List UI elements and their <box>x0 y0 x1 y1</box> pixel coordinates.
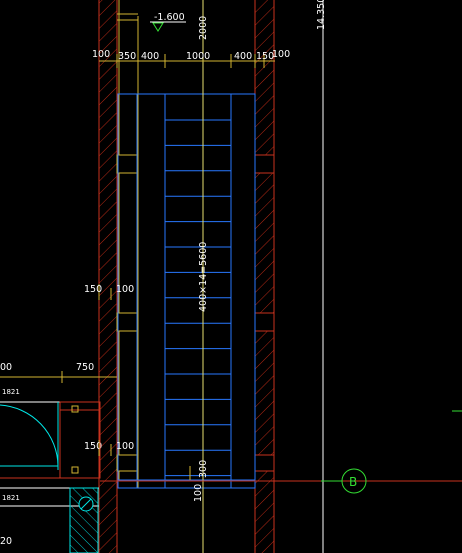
dim-2000: 2000 <box>198 16 209 40</box>
cad-drawing-canvas: 100 350 400 1000 400 150 100 -1.600 2000… <box>0 0 462 553</box>
elevation-marker <box>150 21 186 32</box>
left-dim-partial: 00 <box>0 362 12 373</box>
axis-bubble-label: B <box>349 475 357 489</box>
door-tag-lower: 1821 <box>2 494 20 502</box>
elevation-right-label: 14.350 <box>316 0 327 30</box>
dim-350: 350 <box>118 51 136 62</box>
dim-100-left: 100 <box>92 49 110 60</box>
left-dim-750: 750 <box>76 362 94 373</box>
stair-run-label: 400×14=5600 <box>198 242 209 312</box>
bottom-left-partial: 20 <box>0 536 12 547</box>
dim-400-right: 400 <box>234 51 252 62</box>
bottom-dim-300: 300 <box>198 460 209 478</box>
door-tag-upper: 1821 <box>2 388 20 396</box>
left-dim-100-lower: 100 <box>116 441 134 452</box>
bottom-dim-100: 100 <box>193 484 204 502</box>
right-wall <box>254 0 275 553</box>
elevation-label: -1.600 <box>154 12 185 23</box>
dim-1000: 1000 <box>186 51 210 62</box>
left-dim-150-lower: 150 <box>84 441 102 452</box>
dim-400-left: 400 <box>141 51 159 62</box>
stair <box>117 93 256 489</box>
equipment-cabinet <box>69 487 99 553</box>
small-squares <box>71 405 79 474</box>
dim-100-right: 100 <box>272 49 290 60</box>
left-dim-100-upper: 100 <box>116 284 134 295</box>
left-dim-150-upper: 150 <box>84 284 102 295</box>
